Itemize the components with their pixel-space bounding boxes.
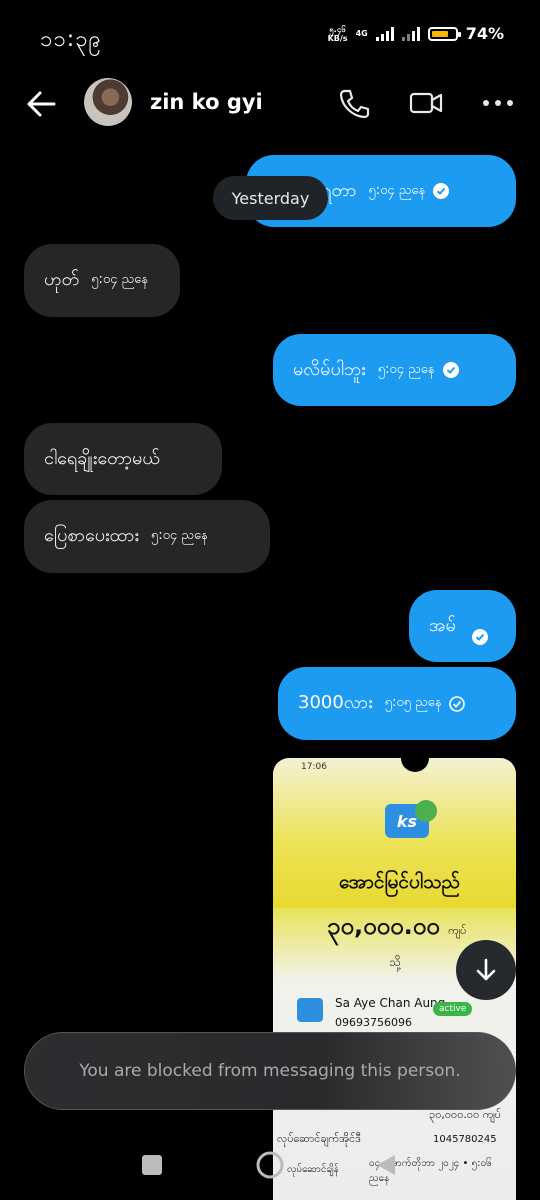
receiver-name: Sa Aye Chan Aung — [335, 996, 446, 1010]
battery-level — [431, 30, 448, 37]
message-bubble-incoming[interactable]: ငါရေချိုးတော့မယ် — [24, 423, 222, 495]
receiver-status-badge: active — [433, 1002, 473, 1016]
message-text: အမ် — [429, 614, 456, 636]
message-text: 3000လား — [298, 692, 373, 713]
chat-header: zin ko gyi — [0, 60, 540, 148]
more-icon — [483, 100, 513, 106]
message-time: ၅:၀၄ ညနေ — [377, 361, 435, 377]
home-circle-icon — [256, 1151, 284, 1179]
status-bar: ၁၁:၃၉ ၅.၄၆ KB/s 4G 74% — [0, 0, 540, 64]
battery-icon — [427, 26, 461, 41]
message-bubble-incoming[interactable]: ပြေစာပေးထား ၅:၀၄ ညနေ — [24, 500, 270, 573]
message-text: ပြေစာပေးထား — [44, 525, 139, 546]
message-bubble-outgoing[interactable]: အမ် — [409, 590, 516, 662]
contact-name[interactable]: zin ko gyi — [150, 90, 263, 114]
sent-check-icon — [449, 695, 466, 712]
receipt-txid-value: 1045780245 — [433, 1134, 497, 1145]
battery-percent: 74% — [465, 24, 504, 43]
receiver-icon — [297, 998, 323, 1022]
seen-check-icon — [471, 629, 488, 645]
phone-icon — [339, 89, 370, 119]
phone-notch — [401, 758, 429, 772]
home-button[interactable] — [255, 1150, 285, 1180]
receipt-phone-time: 17:06 — [301, 762, 327, 772]
back-button[interactable] — [22, 88, 62, 120]
triangle-back-icon — [377, 1155, 395, 1175]
call-button[interactable] — [336, 86, 372, 120]
network-type: 4G — [355, 29, 368, 38]
message-time: ၅:၀၄ ညနေ — [91, 272, 148, 287]
date-divider: Yesterday — [213, 176, 328, 220]
message-bubble-incoming[interactable]: ဟုတ် ၅:၀၄ ညနေ — [24, 244, 180, 317]
signal-icon — [375, 26, 394, 41]
message-bubble-outgoing[interactable]: 3000လား ၅:၀၅ ညနေ — [278, 667, 516, 740]
seen-check-icon — [442, 362, 459, 378]
scroll-to-bottom-button[interactable] — [456, 940, 516, 1000]
message-text: ဟုတ် — [44, 269, 80, 290]
receipt-to-label: သို့ — [389, 955, 401, 969]
message-time: ၅:၀၅ ညနေ — [384, 695, 442, 710]
receipt-success-text: အောင်မြင်ပါသည် — [339, 871, 460, 893]
receipt-currency: ကျပ် — [448, 924, 467, 937]
recent-apps-button[interactable] — [140, 1153, 164, 1177]
message-text: ငါရေချိုးတော့မယ် — [44, 447, 160, 469]
receipt-date-label: လုပ်ဆောင်ချိန် — [287, 1164, 339, 1175]
more-button[interactable] — [480, 86, 516, 120]
blocked-notice: You are blocked from messaging this pers… — [24, 1032, 516, 1110]
message-bubble-outgoing[interactable]: မလိမ်ပါဘူး ၅:၀၄ ညနေ — [273, 334, 516, 406]
avatar[interactable] — [84, 78, 132, 126]
arrow-down-icon — [476, 958, 496, 981]
receipt-txid-label: လုပ်ဆောင်ချက်အိုင်ဒီ — [277, 1132, 362, 1145]
net-speed-value: ၅.၄၆ — [329, 24, 346, 34]
video-icon — [409, 92, 443, 114]
video-call-button[interactable] — [408, 86, 444, 120]
signal-icon-2 — [401, 26, 420, 41]
status-time: ၁၁:၃၉ — [40, 27, 102, 52]
message-time: ၅:၀၄ ညနေ — [368, 182, 426, 198]
receipt-amount-value: ၃၀,၀၀၀.၀၀ — [327, 912, 440, 940]
square-icon — [142, 1155, 162, 1175]
receipt-row-amount: ၃၀,၀၀၀.၀၀ ကျပ် — [429, 1108, 502, 1121]
net-speed: ၅.၄၆ KB/s — [328, 25, 348, 43]
net-speed-unit: KB/s — [327, 33, 348, 43]
receiver-phone: 09693756096 — [335, 1016, 412, 1029]
receipt-amount: ၃၀,၀၀၀.၀၀ ကျပ် — [327, 910, 467, 946]
message-text: မလိမ်ပါဘူး — [293, 358, 366, 380]
seen-check-icon — [433, 183, 450, 199]
message-time: ၅:၀၄ ညနေ — [150, 528, 208, 543]
status-icons: ၅.၄၆ KB/s 4G 74% — [328, 24, 504, 43]
back-arrow-icon — [27, 91, 56, 117]
success-check-icon — [415, 800, 437, 822]
nav-back-button[interactable] — [373, 1152, 399, 1178]
